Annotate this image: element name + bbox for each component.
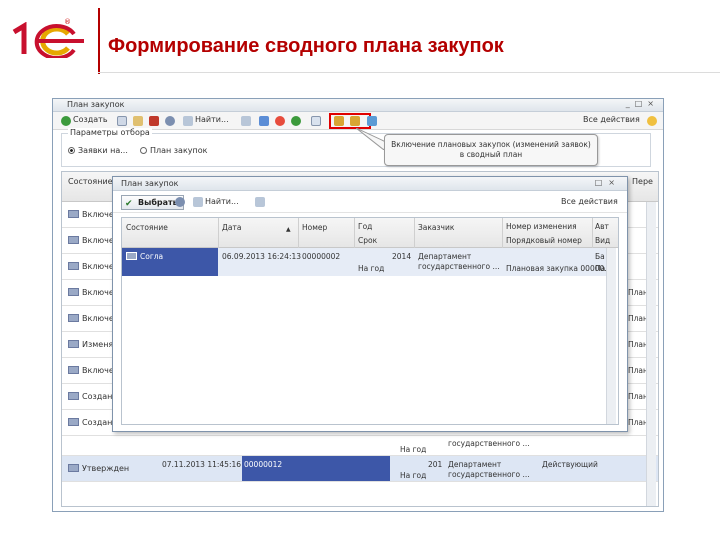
add-icon[interactable] [61,116,71,126]
tooltip-line1: Включение плановых закупок (изменений за… [391,140,591,149]
all-actions-menu[interactable]: Все действия [583,115,640,124]
row-state: Создан [68,418,112,427]
column-year[interactable]: Год [358,222,372,231]
radio-checked-icon [68,147,75,154]
row-state: Включе [68,262,114,271]
column-kind[interactable]: Вид [595,236,610,245]
find-button[interactable]: Найти... [195,115,229,124]
slide-title: Формирование сводного плана закупок [108,35,504,57]
row-state: Согла [126,252,163,261]
copy-icon[interactable] [117,116,127,126]
column-state[interactable]: Состояние [126,223,168,232]
tooltip-line2: в сводный план [459,150,523,159]
title-divider [98,8,100,74]
column-state[interactable]: Состояние [68,177,113,186]
document-icon [68,464,79,472]
dialog-all-actions-menu[interactable]: Все действия [561,197,618,206]
document-icon [68,418,79,426]
radio-icon [140,147,147,154]
row-state: Создан [68,392,112,401]
document-icon [68,288,79,296]
tooltip: Включение плановых закупок (изменений за… [384,134,598,166]
filter-option-orders[interactable]: Заявки на... [68,146,128,155]
column-author[interactable]: Авт [595,222,609,231]
dialog-find-button[interactable]: Найти... [205,197,239,206]
column-number[interactable]: Номер [302,223,327,232]
row-state: Включе [68,288,114,297]
sort-asc-icon: ▲ [286,226,291,233]
document-icon [68,314,79,322]
export-icon[interactable] [367,116,377,126]
main-window-titlebar: План закупок _□× [53,99,663,112]
column-change-number[interactable]: Номер изменения [506,222,577,231]
column-customer[interactable]: Заказчик [418,223,454,232]
row-state: Утвержден [68,464,129,473]
table-row-selected[interactable]: Утвержден 07.11.2013 11:45:16 00000012 2… [62,456,658,482]
dialog-grid-header: Состояние Дата ▲ Номер Год Срок Заказчик… [122,218,618,248]
column-date[interactable]: Дата [222,223,241,232]
cancel-search-icon[interactable] [241,116,251,126]
dialog-window-controls[interactable]: □× [595,178,621,187]
column-term[interactable]: Срок [358,236,377,245]
1c-logo [12,22,84,58]
dialog-table-row[interactable]: Согла 06.09.2013 16:24:13 00000002 2014 … [122,248,611,276]
row-state: Включе [68,314,114,323]
history-icon[interactable] [175,197,185,207]
document-icon [68,236,79,244]
include-orders-icon[interactable] [334,116,344,126]
edit-icon[interactable] [133,116,143,126]
dialog-grid-scrollbar[interactable] [606,248,616,424]
tooltip-pointer [356,128,386,150]
window-controls[interactable]: _□× [626,99,659,108]
dialog-toolbar: ✔ Выбрать Найти... Все действия [113,191,627,213]
column-sequence-number[interactable]: Порядковый номер [506,236,582,245]
main-window-title: План закупок [67,100,125,109]
document-icon [68,366,79,374]
report-icon[interactable] [311,116,321,126]
row-state: Включе [68,366,114,375]
mark-delete-icon[interactable] [275,116,285,126]
help-icon[interactable] [647,116,657,126]
row-state: Включе [68,210,114,219]
delete-icon[interactable] [149,116,159,126]
row-state: Изменя [68,340,113,349]
find-icon[interactable] [193,197,203,207]
approve-icon[interactable] [291,116,301,126]
column-period[interactable]: Пере [632,177,653,186]
slide: ® Формирование сводного плана закупок Пл… [0,0,720,540]
filter-legend: Параметры отбора [68,128,152,137]
find-icon[interactable] [183,116,193,126]
checkmark-icon: ✔ [125,199,133,209]
include-changes-icon[interactable] [350,116,360,126]
create-button[interactable]: Создать [73,115,108,124]
table-row[interactable]: На год государственного ... [62,436,658,456]
header-rule [98,72,720,73]
filter-option-plan[interactable]: План закупок [140,146,207,155]
document-icon [126,252,137,260]
cancel-search-icon[interactable] [255,197,265,207]
dialog-grid: Состояние Дата ▲ Номер Год Срок Заказчик… [121,217,619,425]
row-state: Включе [68,236,114,245]
document-icon [68,340,79,348]
history-icon[interactable] [165,116,175,126]
main-grid-scrollbar[interactable] [646,202,656,506]
dialog-titlebar: План закупок □× [113,177,627,191]
registered-mark: ® [64,18,71,26]
select-plan-dialog: План закупок □× ✔ Выбрать Найти... Все де… [112,176,628,432]
refresh-icon[interactable] [259,116,269,126]
document-icon [68,392,79,400]
document-icon [68,262,79,270]
document-icon [68,210,79,218]
dialog-title: План закупок [121,179,179,188]
